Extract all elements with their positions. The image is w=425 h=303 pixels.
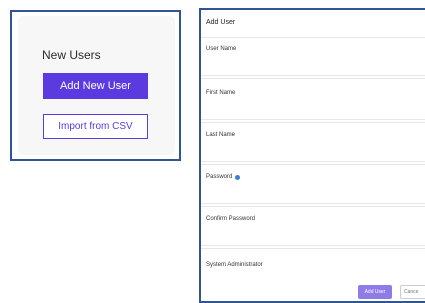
password-label-text: Password [206, 174, 233, 180]
field-divider [201, 164, 425, 165]
title-divider [201, 37, 425, 38]
last-name-label: Last Name [206, 132, 236, 138]
new-users-card: New Users Add New User Import from CSV [18, 16, 175, 155]
first-name-input[interactable] [201, 106, 425, 120]
import-csv-button[interactable]: Import from CSV [43, 114, 148, 139]
user-name-input[interactable] [201, 62, 425, 76]
cancel-button[interactable]: Cance [400, 285, 425, 299]
field-divider [201, 206, 425, 207]
first-name-label: First Name [206, 90, 236, 96]
field-divider [201, 78, 425, 79]
user-name-label: User Name [206, 46, 237, 52]
confirm-password-input[interactable] [201, 232, 425, 246]
field-divider [201, 122, 425, 123]
add-user-submit-button[interactable]: Add User [358, 285, 392, 299]
info-icon[interactable] [235, 174, 241, 180]
form-title: Add User [206, 19, 236, 26]
new-users-panel: New Users Add New User Import from CSV [10, 10, 181, 161]
card-title: New Users [42, 48, 101, 62]
password-label: Password [206, 174, 241, 180]
add-user-form: Add User User Name First Name Last Name … [199, 8, 425, 303]
system-admin-label: System Administrator [206, 262, 263, 268]
last-name-input[interactable] [201, 148, 425, 162]
field-divider [201, 248, 425, 249]
add-new-user-button[interactable]: Add New User [43, 73, 148, 99]
password-input[interactable] [201, 190, 425, 204]
confirm-password-label: Confirm Password [206, 216, 256, 222]
